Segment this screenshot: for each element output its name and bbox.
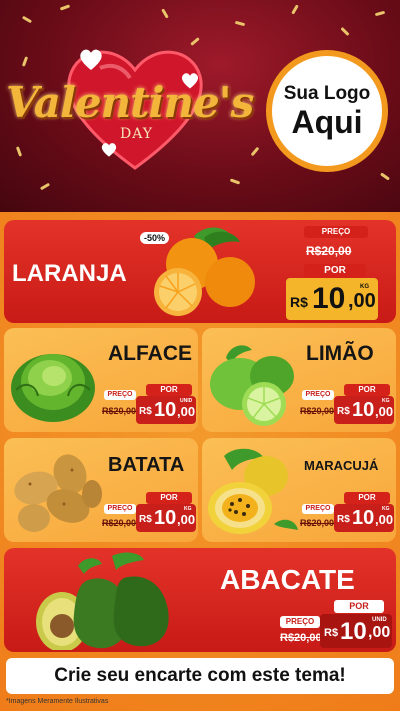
confetti	[59, 4, 71, 11]
unit: UNID	[180, 398, 193, 404]
header-banner: Valentine's DAY Sua Logo Aqui	[0, 0, 400, 212]
preco-label: PREÇO	[104, 390, 136, 400]
logo-line2: Aqui	[291, 104, 363, 140]
currency: R$	[337, 406, 350, 417]
preco-label: PREÇO	[280, 616, 320, 628]
avocado-image	[36, 552, 169, 650]
preco-label: PREÇO	[302, 390, 334, 400]
unit: KG	[184, 506, 192, 512]
price-cents: ,00	[177, 512, 196, 527]
product-name: ABACATE	[220, 564, 355, 595]
confetti	[234, 20, 246, 27]
potato-image	[14, 454, 102, 532]
product-card-laranja[interactable]: LARANJA -50% PREÇO R$20,00 POR R$ 10 ,00…	[4, 220, 396, 323]
product-name: LARANJA	[12, 260, 127, 287]
confetti	[340, 26, 350, 37]
confetti	[15, 146, 23, 157]
old-price: R$20,00	[102, 406, 137, 416]
preco-label: PREÇO	[304, 226, 368, 238]
currency: R$	[139, 514, 152, 525]
price-int: 10	[154, 507, 177, 529]
por-label: POR	[334, 600, 384, 613]
confetti	[21, 15, 33, 24]
price-int: 10	[340, 618, 367, 645]
new-price-box: R$ 10 ,00 UNID	[320, 614, 392, 648]
old-price: R$20,00	[102, 518, 137, 528]
old-price: R$20,00	[300, 406, 335, 416]
por-label: POR	[344, 384, 390, 396]
valentines-title: Valentine's	[6, 78, 254, 127]
price-int: 10	[154, 399, 177, 421]
passion-fruit-image	[208, 448, 298, 534]
price-cents: ,00	[375, 404, 394, 419]
por-label: POR	[344, 492, 390, 504]
lettuce-image	[11, 354, 95, 422]
cta-banner[interactable]: Crie seu encarte com este tema!	[6, 658, 394, 694]
product-name: MARACUJÁ	[304, 458, 379, 473]
confetti	[229, 178, 241, 185]
confetti	[380, 172, 390, 181]
disclaimer-note: *Imagens Meramente Ilustrativas	[6, 698, 109, 705]
price-int: 10	[352, 399, 375, 421]
product-card-abacate[interactable]: ABACATE PREÇO R$20,00 POR R$ 10 ,00 UNID	[4, 548, 396, 652]
price-cents: ,00	[368, 624, 391, 641]
currency: R$	[324, 627, 339, 639]
confetti	[291, 4, 299, 15]
currency: R$	[337, 514, 350, 525]
preco-label: PREÇO	[104, 504, 136, 514]
white-heart-icon	[80, 49, 102, 70]
confetti	[161, 8, 169, 19]
old-price: R$20,00	[306, 244, 352, 258]
confetti	[39, 182, 51, 191]
unit: KG	[382, 506, 390, 512]
unit: KG	[382, 398, 390, 404]
por-label: POR	[304, 264, 366, 278]
logo-placeholder[interactable]: Sua Logo Aqui	[266, 50, 388, 172]
currency: R$	[139, 406, 152, 417]
preco-label: PREÇO	[302, 504, 334, 514]
old-price: R$20,00	[280, 632, 322, 644]
confetti	[250, 146, 260, 157]
confetti	[374, 10, 386, 17]
product-name: ALFACE	[108, 342, 192, 365]
lime-image	[210, 345, 294, 426]
new-price-box: R$ 10 ,00 UNID	[136, 396, 196, 424]
currency: R$	[290, 294, 308, 310]
product-card-maracuja[interactable]: MARACUJÁ PREÇO R$20,00 POR R$ 10 ,00 KG	[202, 438, 396, 542]
price-int: 10	[312, 282, 346, 315]
product-name: LIMÃO	[306, 342, 374, 365]
white-heart-icon	[101, 143, 117, 157]
confetti	[21, 56, 29, 67]
price-cents: ,00	[348, 290, 376, 312]
price-int: 10	[352, 507, 375, 529]
product-card-limao[interactable]: LIMÃO PREÇO R$20,00 POR R$ 10 ,00 KG	[202, 328, 396, 432]
new-price-box: R$ 10 ,00 KG	[286, 278, 378, 320]
por-label: POR	[146, 384, 192, 396]
logo-line1: Sua Logo	[283, 83, 371, 104]
new-price-box: R$ 10 ,00 KG	[334, 504, 394, 532]
old-price: R$20,00	[300, 518, 335, 528]
por-label: POR	[146, 492, 192, 504]
price-cents: ,00	[177, 404, 196, 419]
product-name: BATATA	[108, 454, 185, 476]
price-cents: ,00	[375, 512, 394, 527]
product-card-batata[interactable]: BATATA PREÇO R$20,00 POR R$ 10 ,00 KG	[4, 438, 198, 542]
unit: KG	[360, 284, 369, 290]
unit: UNID	[372, 617, 387, 623]
product-card-alface[interactable]: ALFACE PREÇO R$20,00 POR R$ 10 ,00 UNID	[4, 328, 198, 432]
new-price-box: R$ 10 ,00 KG	[136, 504, 196, 532]
valentines-subtitle: DAY	[120, 126, 154, 142]
new-price-box: R$ 10 ,00 KG	[334, 396, 394, 424]
discount-badge: -50%	[140, 232, 170, 244]
